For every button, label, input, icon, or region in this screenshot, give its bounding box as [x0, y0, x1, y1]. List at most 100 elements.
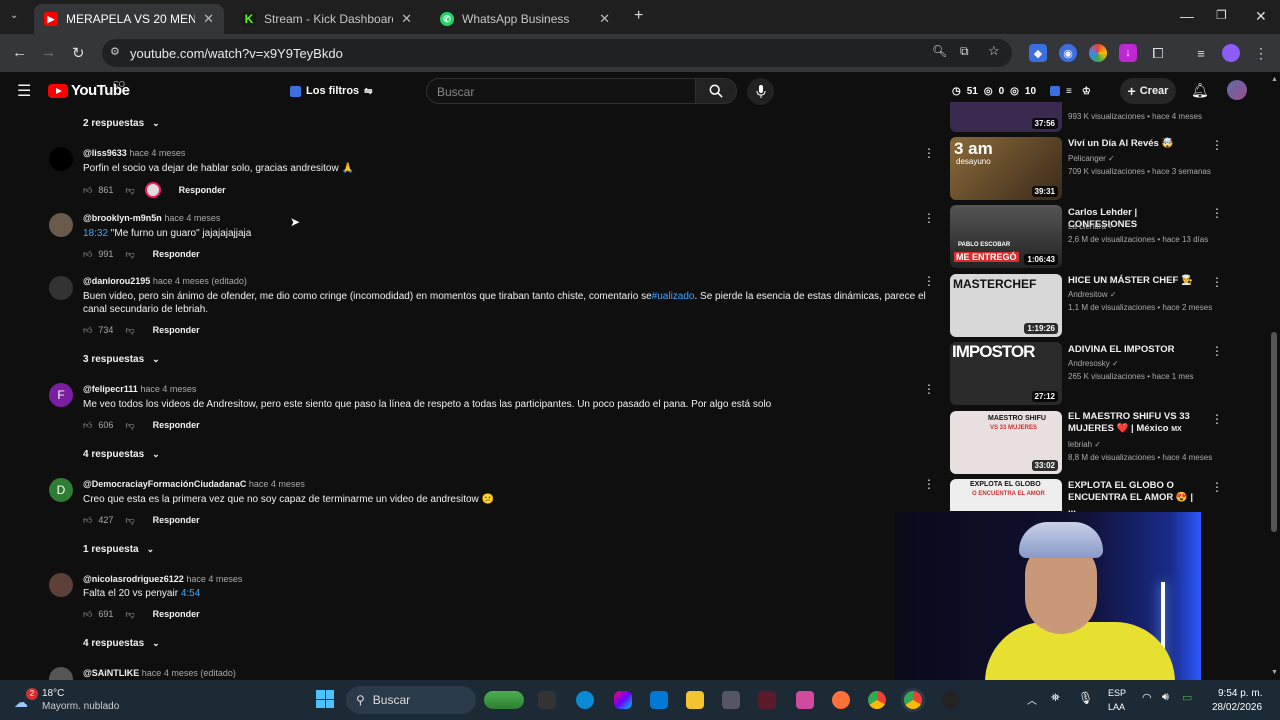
reply-button[interactable]: Responder	[153, 515, 200, 525]
comment-author[interactable]: @danlorou2195	[83, 276, 150, 286]
extensions-puzzle-icon[interactable]: ⧠	[1149, 44, 1167, 62]
video-channel[interactable]: lebriah ✓	[1068, 440, 1101, 449]
avatar[interactable]	[49, 213, 73, 237]
tab-kick[interactable]: K Stream - Kick Dashboard ✕	[232, 4, 422, 34]
reload-icon[interactable]: ↻	[72, 44, 85, 62]
video-thumbnail[interactable]: IMPOSTOR 27:12	[950, 342, 1062, 405]
scrollbar-thumb[interactable]	[1271, 332, 1277, 532]
like-icon[interactable]: 👍︎	[83, 325, 92, 336]
comment-time[interactable]: hace 4 meses	[140, 384, 196, 394]
search-input[interactable]: Buscar	[426, 78, 696, 104]
comment-author[interactable]: @nicolasrodriguez6122	[83, 574, 184, 584]
comment-time[interactable]: hace 4 meses	[129, 148, 185, 158]
profile-avatar[interactable]	[1222, 44, 1240, 62]
comment-menu-icon[interactable]: ⋮	[923, 211, 935, 225]
close-tab-icon[interactable]: ✕	[401, 11, 412, 27]
comment-time[interactable]: hace 4 meses	[249, 479, 305, 489]
replies-toggle[interactable]: 2 respuestas ⌄	[83, 118, 160, 129]
page-scrollbar[interactable]: ▲ ▼	[1268, 72, 1280, 680]
video-menu-icon[interactable]: ⋮	[1211, 344, 1223, 358]
language-sub[interactable]: LAA	[1108, 702, 1125, 712]
edge-icon[interactable]	[576, 691, 594, 709]
dislike-icon[interactable]: 👎︎	[125, 420, 134, 431]
video-title[interactable]: HICE UN MÁSTER CHEF 👨‍🍳	[1068, 275, 1198, 287]
battery-icon[interactable]: ▭	[1182, 691, 1192, 704]
video-menu-icon[interactable]: ⋮	[1211, 275, 1223, 289]
firefox-icon[interactable]	[832, 691, 850, 709]
video-channel[interactable]: Andresitow ✓	[1068, 290, 1117, 299]
dislike-icon[interactable]: 👎︎	[125, 609, 134, 620]
comment-menu-icon[interactable]: ⋮	[923, 274, 935, 288]
dislike-icon[interactable]: 👎︎	[125, 325, 134, 336]
comment-menu-icon[interactable]: ⋮	[923, 382, 935, 396]
widget-landscape-icon[interactable]	[484, 691, 524, 709]
extension-filter-icon[interactable]: ◉	[1059, 44, 1077, 62]
tab-search-icon[interactable]: ⌄	[10, 10, 18, 21]
comment-author[interactable]: @felipecr111	[83, 384, 138, 394]
voice-search-button[interactable]	[747, 78, 774, 105]
video-thumbnail[interactable]: 3 am desayuno 39:31	[950, 137, 1062, 200]
avatar[interactable]: F	[49, 383, 73, 407]
install-icon[interactable]: ⧉	[960, 44, 969, 59]
video-title[interactable]: ADIVINA EL IMPOSTOR	[1068, 344, 1198, 356]
tab-whatsapp[interactable]: ✆ WhatsApp Business ✕	[430, 4, 620, 34]
notifications-bell-icon[interactable]: 🔔︎	[1191, 82, 1209, 99]
replies-toggle[interactable]: 4 respuestas ⌄	[83, 449, 160, 460]
video-channel[interactable]: Andresosky ✓	[1068, 359, 1119, 368]
video-title[interactable]: EXPLOTA EL GLOBO O ENCUENTRA EL AMOR 😍 |…	[1068, 480, 1198, 516]
like-icon[interactable]: 👍︎	[83, 249, 92, 260]
channel-avatar[interactable]	[1227, 80, 1247, 100]
like-icon[interactable]: 👍︎	[83, 515, 92, 526]
chrome-active-icon[interactable]	[904, 691, 922, 709]
forward-icon[interactable]: →	[41, 44, 56, 61]
reply-button[interactable]: Responder	[179, 185, 226, 195]
replies-toggle[interactable]: 4 respuestas ⌄	[83, 638, 160, 649]
scroll-up-icon[interactable]: ▲	[1271, 76, 1278, 83]
comment-menu-icon[interactable]: ⋮	[923, 146, 935, 160]
like-icon[interactable]: 👍︎	[83, 185, 92, 196]
video-title[interactable]: Viví un Día Al Revés 🤯	[1068, 138, 1198, 150]
clock-time[interactable]: 9:54 p. m.	[1218, 688, 1262, 699]
like-icon[interactable]: 👍︎	[83, 420, 92, 431]
windows-start-icon[interactable]	[316, 690, 334, 708]
reply-button[interactable]: Responder	[153, 325, 200, 335]
tray-app-icon[interactable]: ⛯	[1051, 692, 1060, 705]
video-title[interactable]: EL MAESTRO SHIFU VS 33 MUJERES ❤️ | Méxi…	[1068, 411, 1198, 436]
weather-widget[interactable]: ☁ 2	[14, 688, 38, 710]
reply-button[interactable]: Responder	[153, 420, 200, 430]
video-thumbnail[interactable]: MAESTRO SHIFU VS 33 MUJERES 33:02	[950, 411, 1062, 474]
new-tab-icon[interactable]: +	[634, 7, 643, 25]
extension-tag-icon[interactable]: ◆	[1029, 44, 1047, 62]
search-button[interactable]	[695, 78, 737, 104]
browser-menu-icon[interactable]: ⋮	[1252, 44, 1270, 62]
capcut-icon[interactable]	[758, 691, 776, 709]
create-button[interactable]: + Crear	[1120, 78, 1176, 104]
extension-color-icon[interactable]	[1089, 44, 1107, 62]
restore-icon[interactable]: ❐	[1216, 8, 1227, 22]
comment-time[interactable]: hace 4 meses (editado)	[142, 668, 236, 678]
filters-button[interactable]: Los filtros ⇋	[290, 80, 373, 102]
reading-list-icon[interactable]: ≡	[1192, 44, 1210, 62]
video-thumbnail[interactable]: 37:56	[950, 102, 1062, 132]
video-menu-icon[interactable]: ⋮	[1211, 412, 1223, 426]
replies-toggle[interactable]: 3 respuestas ⌄	[83, 354, 160, 365]
obs-icon[interactable]	[722, 691, 740, 709]
timestamp-link[interactable]: 18:32	[83, 228, 108, 239]
like-icon[interactable]: 👍︎	[83, 609, 92, 620]
avatar[interactable]: D	[49, 478, 73, 502]
terminal-icon[interactable]	[538, 691, 556, 709]
file-explorer-icon[interactable]	[686, 691, 704, 709]
address-bar[interactable]: ⚙ youtube.com/watch?v=x9Y9TeyBkdo 🔍︎ ⧉ ☆	[102, 39, 1012, 67]
timestamp-link[interactable]: 4:54	[181, 588, 200, 599]
tab-youtube[interactable]: ▶ MERAPELA VS 20 MENTIROSAS ✕	[34, 4, 224, 34]
taskbar-search[interactable]: ⚲ Buscar	[346, 686, 476, 714]
copilot-icon[interactable]	[614, 691, 632, 709]
language-indicator[interactable]: ESP	[1108, 688, 1126, 698]
video-menu-icon[interactable]: ⋮	[1211, 480, 1223, 494]
extension-download-icon[interactable]: ↓	[1119, 44, 1137, 62]
close-tab-icon[interactable]: ✕	[203, 11, 214, 27]
stats-widget[interactable]: ◷ 51 ◎ 0 ◎ 10 ≡ ♔	[952, 80, 1091, 102]
volume-icon[interactable]: 🔊︎	[1162, 691, 1169, 704]
tray-overflow-icon[interactable]: ︿	[1027, 692, 1037, 707]
comment-time[interactable]: hace 4 meses	[186, 574, 242, 584]
